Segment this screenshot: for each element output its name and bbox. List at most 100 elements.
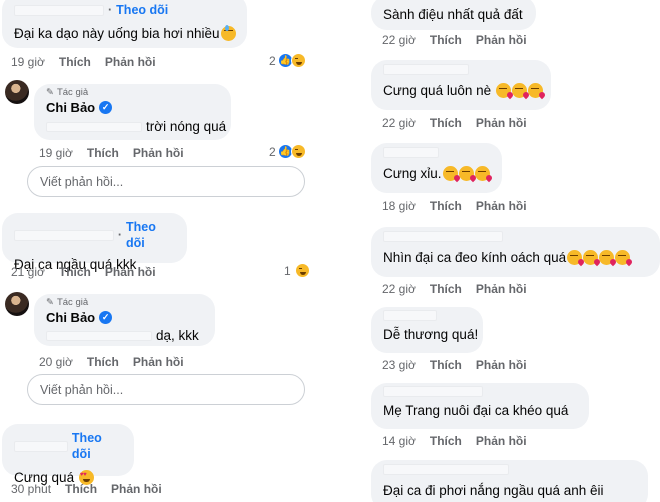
like-action[interactable]: Thích (430, 33, 462, 47)
comment-bubble: Nhìn đại ca đeo kính oách quá (371, 227, 660, 277)
reply-action[interactable]: Phản hồi (133, 355, 184, 369)
like-action[interactable]: Thích (430, 434, 462, 448)
author-avatar[interactable] (5, 292, 29, 316)
like-action[interactable]: Thích (65, 482, 97, 496)
haha-reaction-icon (290, 53, 306, 68)
comment-meta: 22 giờ Thích Phản hồi (382, 282, 527, 296)
like-action[interactable]: Thích (59, 55, 91, 69)
redacted-mention (46, 331, 152, 342)
reply-text: trời nóng quá (46, 118, 226, 136)
redacted-name (383, 386, 483, 397)
comment-bubble: Mẹ Trang nuôi đại ca khéo quá (371, 383, 589, 429)
reply-action[interactable]: Phản hồi (476, 434, 527, 448)
reaction-summary[interactable]: 2 👍 (269, 53, 306, 68)
reply-meta: 20 giờ Thích Phản hồi (39, 355, 184, 369)
reply-action[interactable]: Phản hồi (476, 358, 527, 372)
haha-reaction-icon (290, 144, 306, 159)
pen-icon: ✎ (46, 297, 54, 308)
author-tag: ✎ Tác giả (46, 297, 89, 308)
comment-text: Đại ca đi phơi nắng ngầu quá anh êii (383, 483, 604, 498)
follow-link[interactable]: Theo dõi (116, 2, 168, 18)
reply-action[interactable]: Phản hồi (476, 199, 527, 213)
reaction-summary[interactable]: 1 (284, 263, 310, 278)
kiss-emoji-icon (511, 83, 527, 98)
comment-header: Theo dõi (14, 430, 122, 462)
author-name[interactable]: Chi Bảo ✓ (46, 309, 203, 326)
reply-input[interactable]: Viết phản hồi... (27, 374, 305, 405)
reply-action[interactable]: Phản hồi (105, 265, 156, 279)
comment-bubble: Sành điệu nhất quả đất (371, 0, 536, 30)
comment-meta: 21 giờ Thích Phản hồi (11, 265, 156, 279)
haha-reaction-icon (294, 263, 310, 278)
comment-header: · Theo dõi (14, 2, 235, 18)
kiss-emoji-icon (615, 250, 631, 265)
reply-action[interactable]: Phản hồi (133, 146, 184, 160)
comment-bubble: · Theo dõi Đại ka dạo này uống bia hơi n… (2, 0, 247, 48)
like-action[interactable]: Thích (87, 146, 119, 160)
kiss-emoji-icon (583, 250, 599, 265)
author-avatar[interactable] (5, 80, 29, 104)
like-action[interactable]: Thích (430, 282, 462, 296)
follow-link[interactable]: Theo dõi (126, 219, 175, 251)
comment-meta: 23 giờ Thích Phản hồi (382, 358, 527, 372)
comment-bubble: Theo dõi Cưng quá (2, 424, 134, 485)
comment-text: Cưng quá luôn nè (383, 82, 543, 100)
comment-bubble: Đại ca đi phơi nắng ngầu quá anh êii (371, 460, 648, 502)
kiss-emoji-icon (527, 83, 543, 98)
comment-text: Cưng xỉu. (383, 165, 490, 183)
kiss-emoji-icon (442, 166, 458, 181)
redacted-mention (46, 122, 142, 133)
reply-text: dạ, kkk (46, 327, 203, 345)
laughing-sweat-emoji-icon (220, 25, 236, 41)
kiss-emoji-icon (567, 250, 583, 265)
comment-meta: 22 giờ Thích Phản hồi (382, 116, 527, 130)
reaction-summary[interactable]: 2 👍 (269, 144, 306, 159)
comment-meta: 18 giờ Thích Phản hồi (382, 199, 527, 213)
pen-icon: ✎ (46, 87, 54, 98)
author-reply-bubble: ✎ Tác giả Chi Bảo ✓ trời nóng quá (34, 84, 231, 140)
comment-bubble: Cưng xỉu. (371, 143, 502, 193)
right-comment-column: Sành điệu nhất quả đất 22 giờ Thích Phản… (333, 0, 660, 502)
like-action[interactable]: Thích (430, 199, 462, 213)
reply-action[interactable]: Phản hồi (476, 33, 527, 47)
left-comment-column: · Theo dõi Đại ka dạo này uống bia hơi n… (0, 0, 327, 502)
reply-meta: 19 giờ Thích Phản hồi (39, 146, 184, 160)
comment-text: Nhìn đại ca đeo kính oách quá (383, 249, 648, 267)
comment-bubble: Cưng quá luôn nè (371, 60, 551, 110)
author-tag: ✎ Tác giả (46, 87, 89, 98)
reply-action[interactable]: Phản hồi (111, 482, 162, 496)
redacted-name (14, 440, 68, 452)
redacted-name (383, 147, 439, 158)
verified-badge-icon: ✓ (99, 101, 113, 114)
reply-action[interactable]: Phản hồi (476, 282, 527, 296)
comment-meta: 22 giờ Thích Phản hồi (382, 33, 527, 47)
like-action[interactable]: Thích (87, 355, 119, 369)
comment-meta: 14 giờ Thích Phản hồi (382, 434, 527, 448)
redacted-name (383, 231, 503, 242)
author-reply-bubble: ✎ Tác giả Chi Bảo ✓ dạ, kkk (34, 294, 215, 346)
comment-time: 19 giờ (11, 55, 45, 69)
reply-action[interactable]: Phản hồi (105, 55, 156, 69)
redacted-name (14, 4, 104, 16)
comment-meta: 30 phút Thích Phản hồi (11, 482, 162, 496)
follow-link[interactable]: Theo dõi (72, 430, 122, 462)
verified-badge-icon: ✓ (99, 311, 113, 324)
kiss-emoji-icon (474, 166, 490, 181)
like-action[interactable]: Thích (430, 116, 462, 130)
like-action[interactable]: Thích (430, 358, 462, 372)
comment-bubble: Dễ thương quá! (371, 307, 483, 353)
kiss-emoji-icon (458, 166, 474, 181)
redacted-name (14, 229, 114, 241)
like-action[interactable]: Thích (59, 265, 91, 279)
comment-text: Mẹ Trang nuôi đại ca khéo quá (383, 403, 569, 418)
reply-action[interactable]: Phản hồi (476, 116, 527, 130)
comment-meta: 19 giờ Thích Phản hồi (11, 55, 156, 69)
kiss-emoji-icon (495, 83, 511, 98)
kiss-emoji-icon (599, 250, 615, 265)
reply-input[interactable]: Viết phản hồi... (27, 166, 305, 197)
redacted-name (383, 310, 437, 321)
comment-text: Dễ thương quá! (383, 327, 479, 342)
comment-text: Sành điệu nhất quả đất (383, 7, 523, 22)
author-name[interactable]: Chi Bảo ✓ (46, 99, 219, 116)
redacted-name (383, 464, 509, 475)
